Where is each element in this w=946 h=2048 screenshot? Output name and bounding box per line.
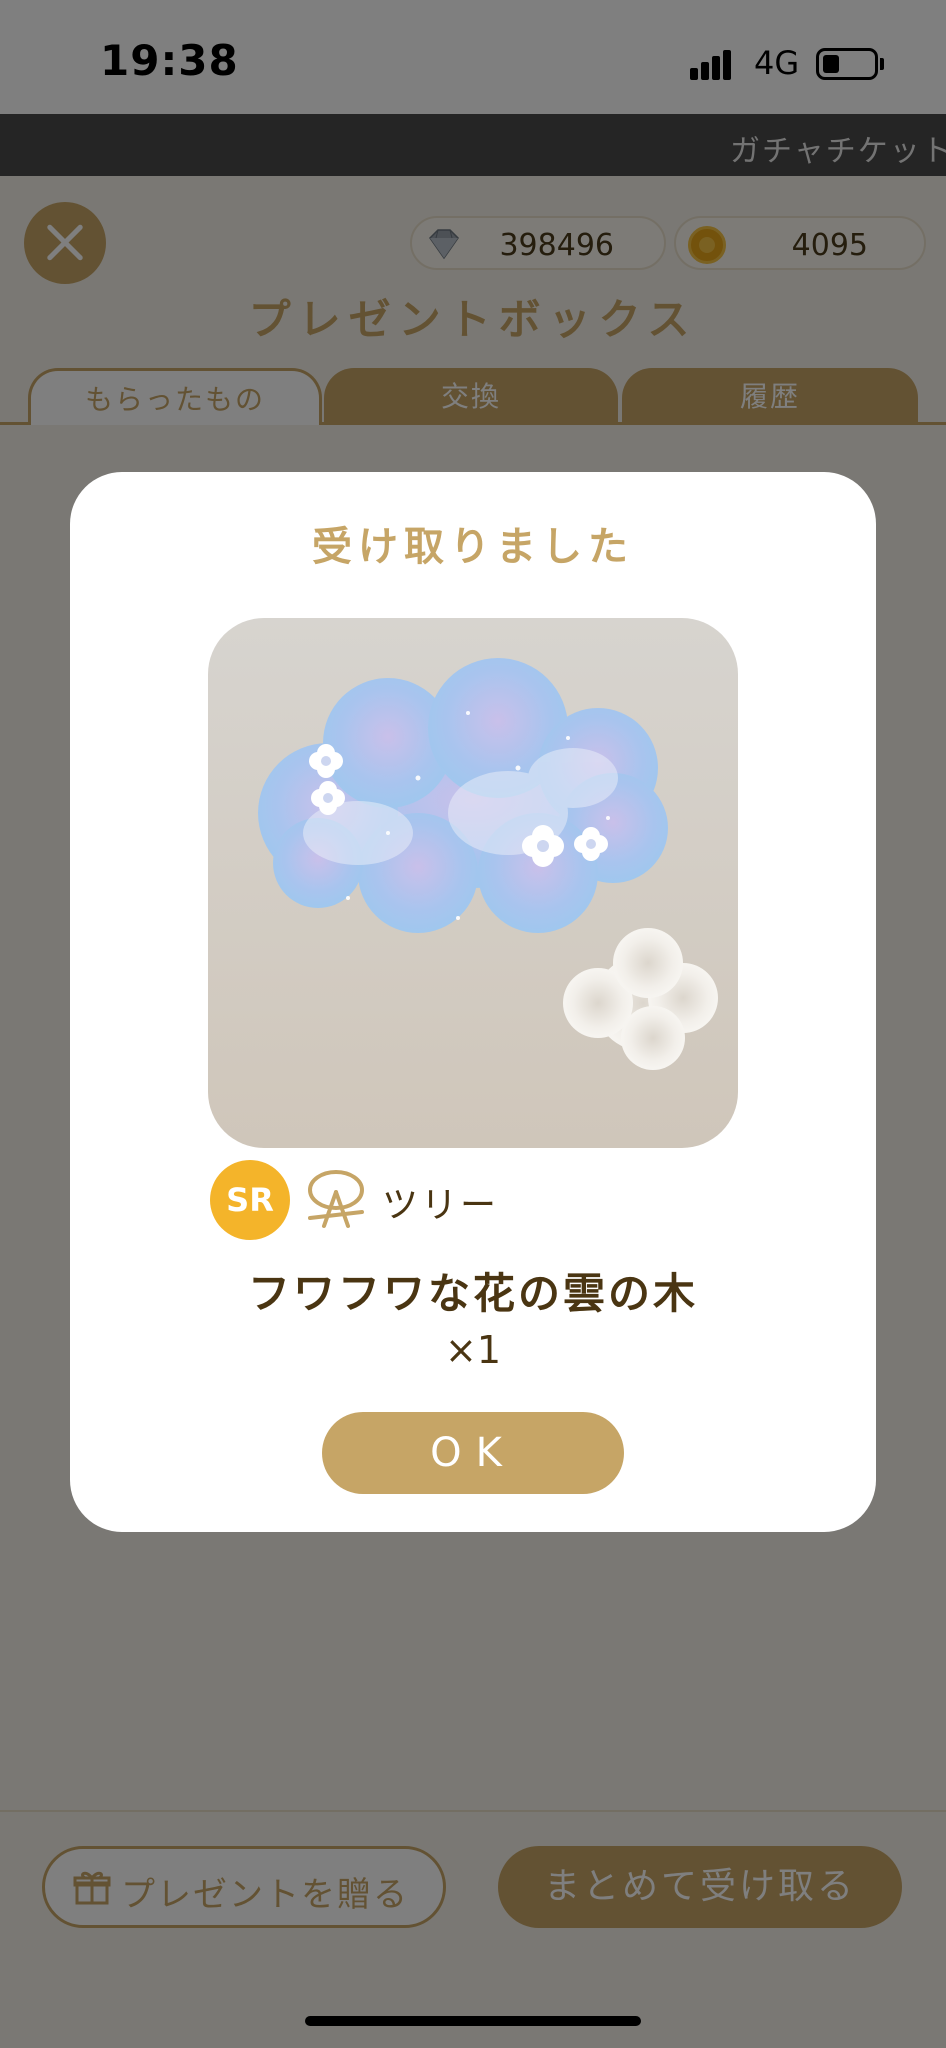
home-indicator[interactable] <box>305 2016 641 2026</box>
item-name: フワフワな花の雲の木 <box>247 1269 698 1318</box>
ok-button[interactable]: OK <box>322 1412 624 1494</box>
cloud-tree-illustration <box>258 658 718 1070</box>
tree-category-icon <box>308 1170 364 1228</box>
dialog-title: 受け取りました <box>312 524 634 570</box>
received-dialog: 受け取りました SR ツリー フワフワな花の雲の木 ×1 OK <box>70 472 876 1532</box>
category-label: ツリー <box>382 1185 500 1226</box>
item-quantity: ×1 <box>444 1328 502 1372</box>
rarity-badge: SR <box>210 1160 290 1240</box>
item-image <box>208 618 738 1148</box>
